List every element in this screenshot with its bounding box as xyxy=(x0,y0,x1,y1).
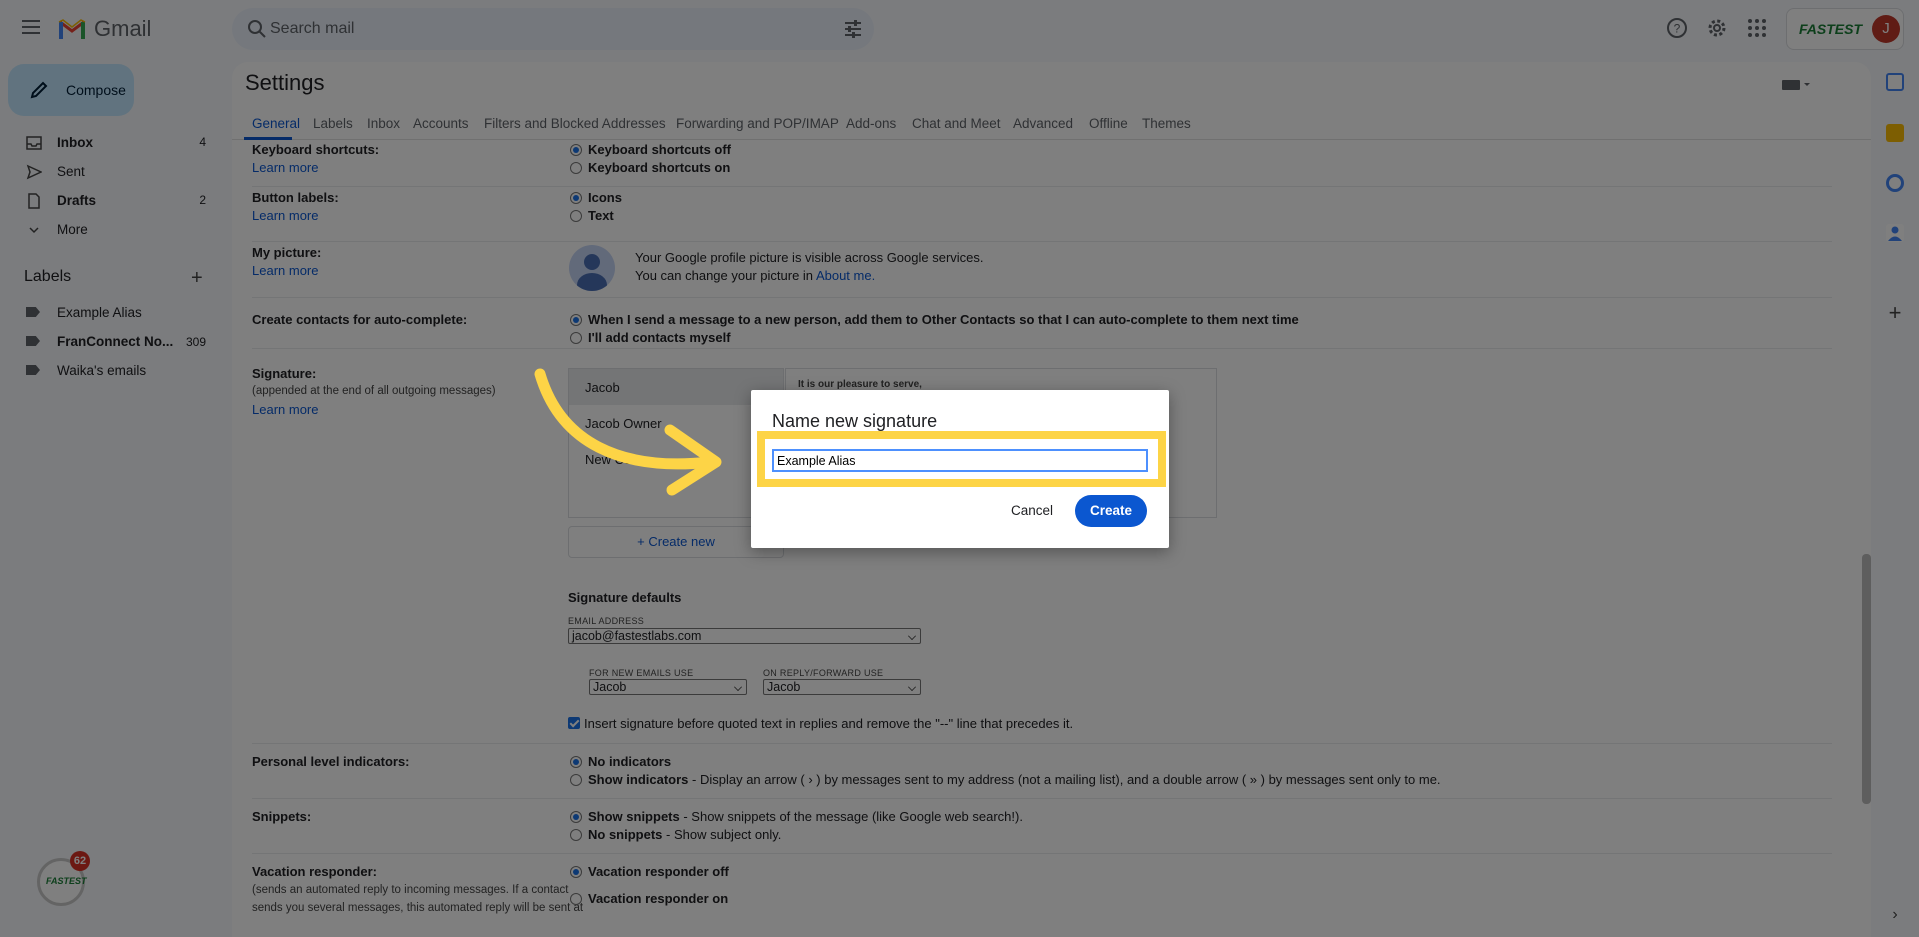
create-button[interactable]: Create xyxy=(1075,495,1147,527)
signature-name-input[interactable] xyxy=(772,449,1148,472)
cancel-button[interactable]: Cancel xyxy=(1002,496,1062,526)
tutorial-arrow-icon xyxy=(534,368,722,496)
dialog-title: Name new signature xyxy=(772,411,938,431)
